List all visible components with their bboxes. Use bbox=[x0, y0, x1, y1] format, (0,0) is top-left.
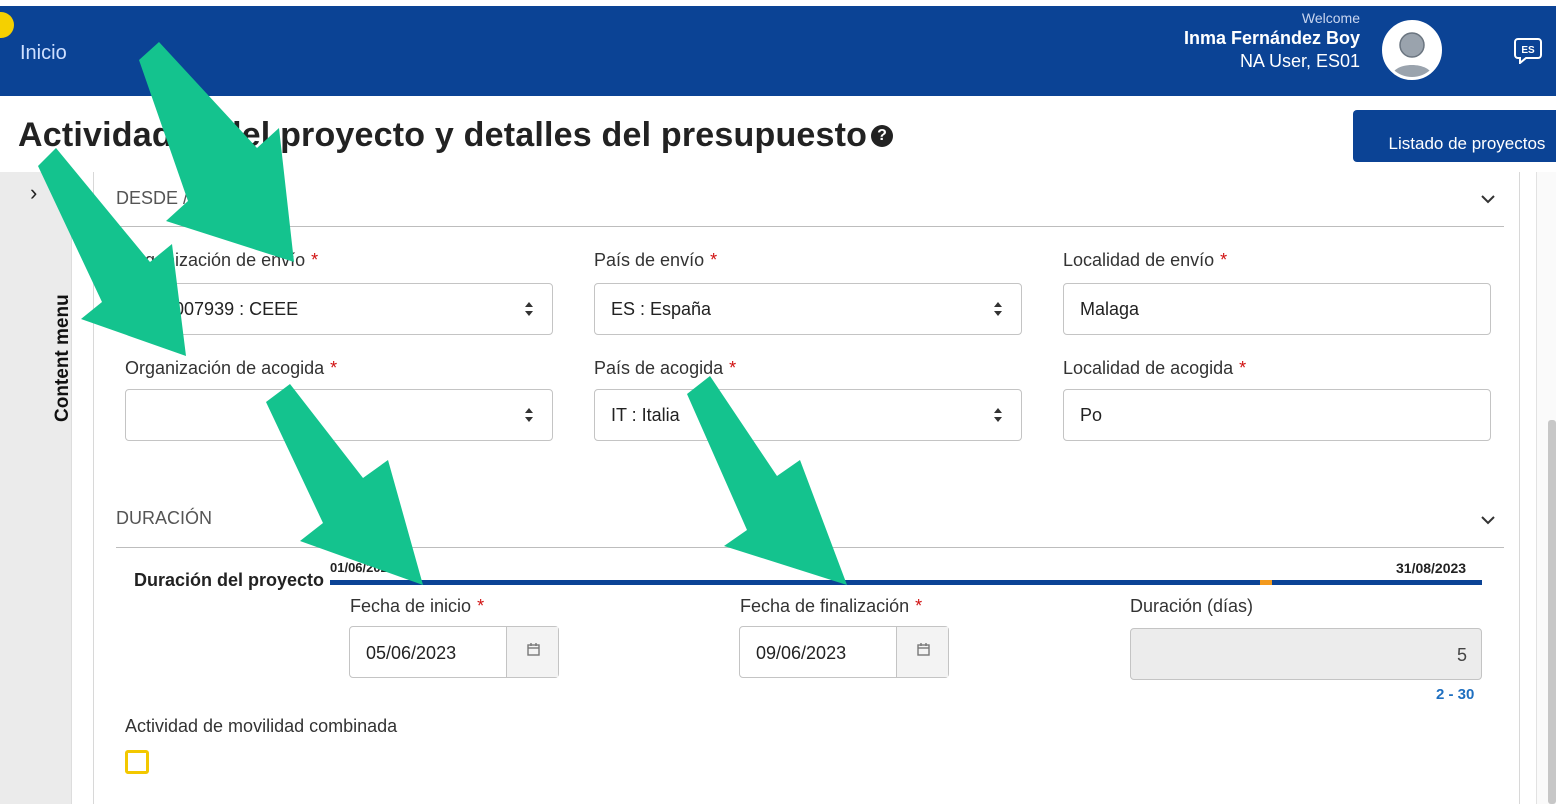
language-icon[interactable]: ES bbox=[1514, 36, 1542, 64]
user-name: Inma Fernández Boy bbox=[1183, 28, 1360, 48]
sending-country-select[interactable]: ES : España bbox=[594, 283, 1022, 335]
section-heading-duration[interactable]: DURACIÓN bbox=[116, 508, 212, 529]
project-duration-label: Duración del proyecto bbox=[134, 570, 325, 590]
sending-city-label: Localidad de envío * bbox=[1063, 250, 1227, 271]
sending-city-label-text: Localidad de envío bbox=[1063, 250, 1215, 270]
combined-mobility-label: Actividad de movilidad combinada bbox=[125, 716, 398, 736]
host-city-input[interactable]: Po bbox=[1063, 389, 1491, 441]
timeline-start-date: 01/06/2023 bbox=[330, 560, 396, 575]
duration-days-field: 5 bbox=[1130, 628, 1482, 680]
notification-dot-icon[interactable] bbox=[0, 12, 14, 38]
end-date-label: Fecha de finalización * bbox=[740, 596, 922, 617]
chevron-down-icon[interactable] bbox=[1480, 191, 1496, 207]
avatar-icon[interactable] bbox=[1382, 20, 1442, 80]
calendar-icon bbox=[527, 643, 540, 656]
user-info: Welcome Inma Fernández Boy NA User, ES01 bbox=[1184, 10, 1360, 72]
start-date-input[interactable]: 05/06/2023 bbox=[349, 626, 559, 678]
sending-country-label: País de envío * bbox=[594, 250, 717, 271]
host-city-label: Localidad de acogida * bbox=[1063, 358, 1246, 379]
section-divider bbox=[116, 226, 1504, 227]
page-title-text: Actividades del proyecto y detalles del … bbox=[18, 116, 868, 154]
combined-mobility-checkbox[interactable] bbox=[125, 750, 149, 774]
start-date-label-text: Fecha de inicio bbox=[350, 596, 472, 616]
required-mark: * bbox=[1239, 358, 1247, 378]
calendar-button[interactable] bbox=[506, 627, 558, 677]
top-strip bbox=[0, 0, 1556, 6]
app-root: Inicio Welcome Inma Fernández Boy NA Use… bbox=[0, 0, 1556, 804]
sort-icon bbox=[525, 408, 533, 422]
calendar-button[interactable] bbox=[896, 627, 948, 677]
required-mark: * bbox=[915, 596, 923, 616]
sending-country-label-text: País de envío bbox=[594, 250, 705, 270]
content-menu-panel[interactable]: › Content menu bbox=[0, 172, 74, 804]
sort-icon bbox=[994, 302, 1002, 316]
start-date-label: Fecha de inicio * bbox=[350, 596, 484, 617]
sending-org-label: Organización de envío * bbox=[125, 250, 318, 271]
host-org-label-text: Organización de acogida bbox=[125, 358, 325, 378]
host-country-label-text: País de acogida bbox=[594, 358, 724, 378]
top-bar: Inicio Welcome Inma Fernández Boy NA Use… bbox=[0, 0, 1556, 96]
chevron-right-icon[interactable]: › bbox=[30, 180, 37, 206]
required-mark: * bbox=[477, 596, 485, 616]
calendar-icon bbox=[917, 643, 930, 656]
welcome-text: Welcome bbox=[1301, 10, 1360, 26]
end-date-input[interactable]: 09/06/2023 bbox=[739, 626, 949, 678]
host-city-label-text: Localidad de acogida bbox=[1063, 358, 1234, 378]
sending-org-label-text: Organización de envío bbox=[125, 250, 306, 270]
user-role: NA User, ES01 bbox=[1239, 51, 1360, 71]
end-date-label-text: Fecha de finalización bbox=[740, 596, 910, 616]
host-country-select[interactable]: IT : Italia bbox=[594, 389, 1022, 441]
sending-org-select[interactable]: E10007939 : CEEE bbox=[125, 283, 553, 335]
section-divider bbox=[116, 547, 1504, 548]
home-link[interactable]: Inicio bbox=[20, 42, 67, 65]
required-mark: * bbox=[729, 358, 737, 378]
host-country-value: IT : Italia bbox=[611, 405, 680, 425]
content-menu-label[interactable]: Content menu bbox=[52, 294, 74, 422]
sending-org-value: E10007939 : CEEE bbox=[142, 299, 299, 319]
scrollbar-thumb[interactable] bbox=[1548, 420, 1556, 804]
sending-city-input[interactable]: Malaga bbox=[1063, 283, 1491, 335]
sort-icon bbox=[994, 408, 1002, 422]
host-org-select[interactable] bbox=[125, 389, 553, 441]
required-mark: * bbox=[1220, 250, 1228, 270]
required-mark: * bbox=[710, 250, 718, 270]
required-mark: * bbox=[330, 358, 338, 378]
chevron-down-icon[interactable] bbox=[1480, 512, 1496, 528]
required-mark: * bbox=[311, 250, 319, 270]
duration-range-hint: 2 - 30 bbox=[1436, 686, 1475, 703]
end-date-value: 09/06/2023 bbox=[756, 643, 847, 663]
page-title: Actividades del proyecto y detalles del … bbox=[18, 116, 894, 155]
timeline-end-date: 31/08/2023 bbox=[1396, 560, 1467, 576]
projects-list-button[interactable]: Listado de proyectos bbox=[1353, 110, 1556, 162]
sort-icon bbox=[525, 302, 533, 316]
host-country-label: País de acogida * bbox=[594, 358, 736, 379]
section-heading-from-to[interactable]: DESDE / HASTA bbox=[116, 188, 252, 209]
language-code: ES bbox=[1521, 45, 1535, 56]
start-date-value: 05/06/2023 bbox=[366, 643, 457, 663]
help-icon[interactable]: ? bbox=[871, 125, 894, 147]
timeline-marker bbox=[1260, 580, 1272, 585]
duration-days-label: Duración (días) bbox=[1130, 596, 1254, 616]
project-timeline-bar bbox=[330, 580, 1482, 585]
host-org-label: Organización de acogida * bbox=[125, 358, 337, 379]
sending-country-value: ES : España bbox=[611, 299, 712, 319]
